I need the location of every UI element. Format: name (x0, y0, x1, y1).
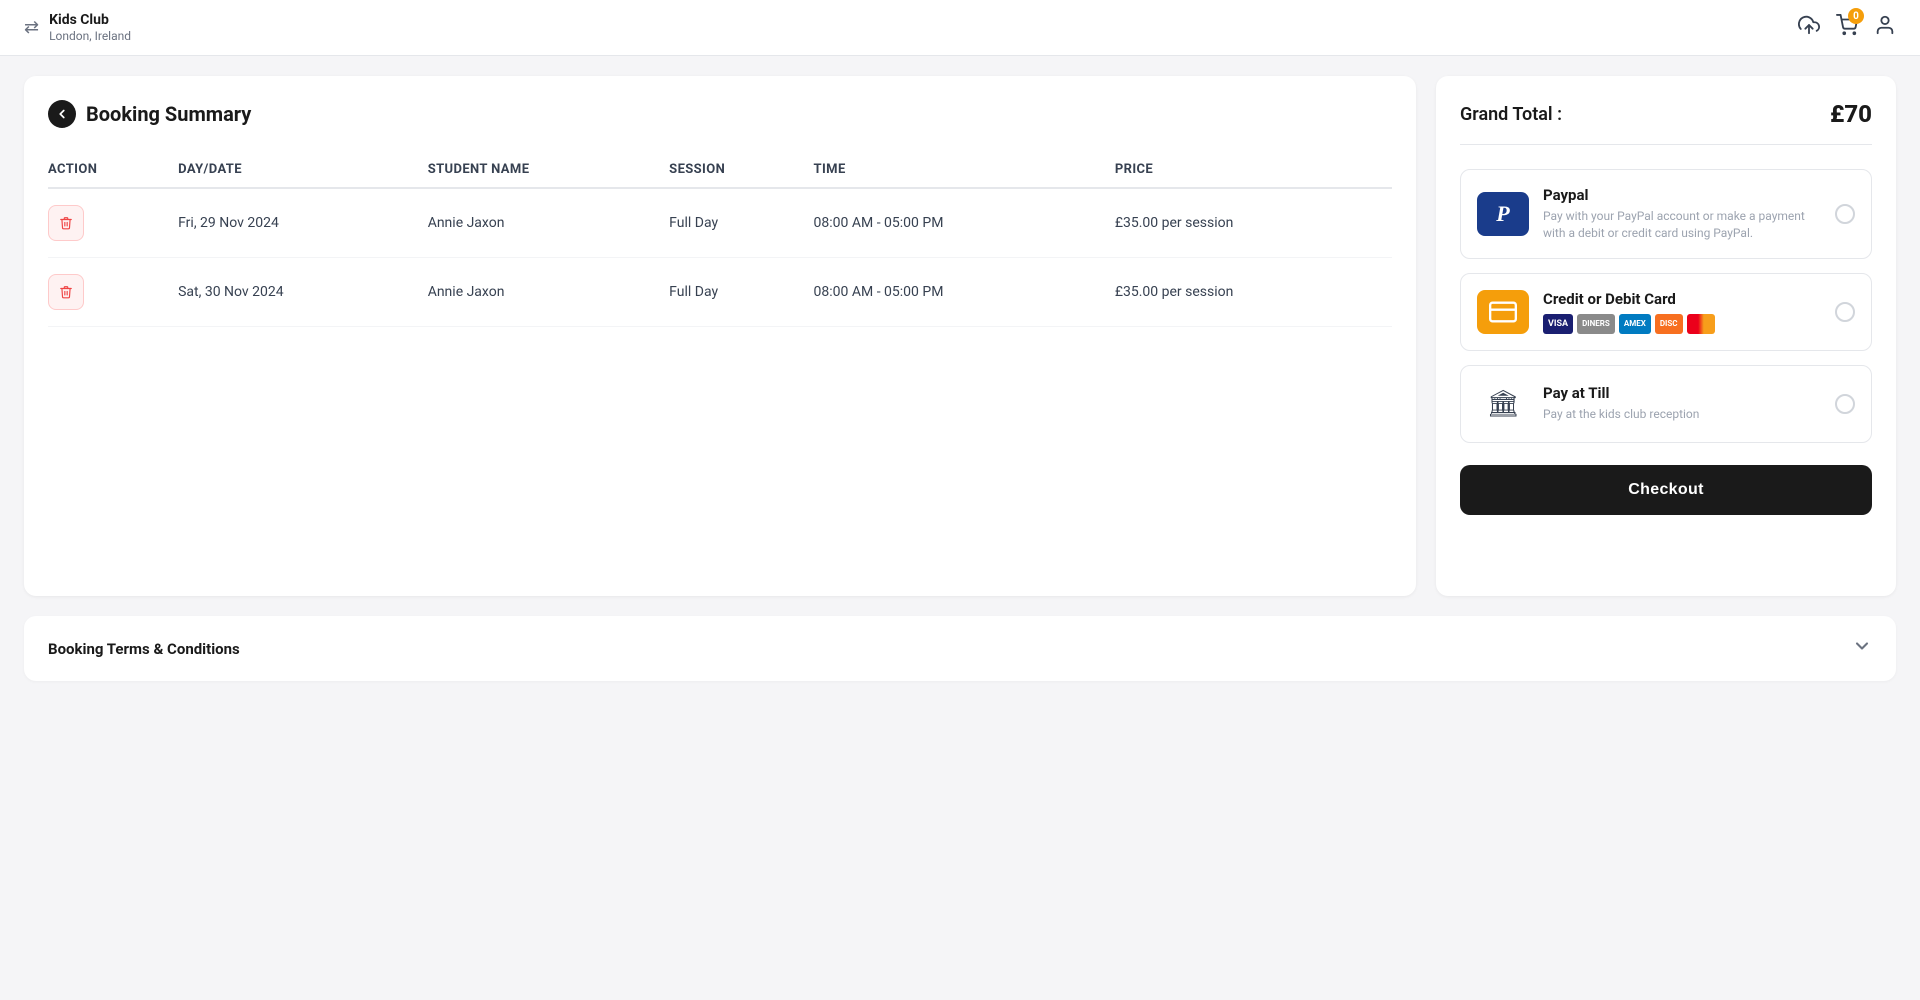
session-cell: Full Day (669, 188, 813, 258)
till-title: Pay at Till (1543, 384, 1821, 402)
date-cell: Fri, 29 Nov 2024 (178, 188, 428, 258)
payment-panel: Grand Total : £70 P Paypal Pay with your… (1436, 76, 1896, 596)
col-session: SESSION (669, 152, 813, 188)
student-cell: Annie Jaxon (428, 258, 669, 327)
time-cell: 08:00 AM - 05:00 PM (814, 188, 1115, 258)
card-option[interactable]: Credit or Debit Card VISA DINERS AMEX DI… (1460, 273, 1872, 351)
col-time: TIME (814, 152, 1115, 188)
col-price: PRICE (1115, 152, 1392, 188)
booking-back-button[interactable] (48, 100, 76, 128)
booking-title: Booking Summary (48, 100, 1392, 128)
booking-table: ACTION DAY/DATE STUDENT NAME SESSION TIM… (48, 152, 1392, 327)
terms-section[interactable]: Booking Terms & Conditions (24, 616, 1896, 681)
diners-badge: DINERS (1577, 314, 1615, 334)
amex-badge: AMEX (1619, 314, 1651, 334)
card-title: Credit or Debit Card (1543, 290, 1821, 308)
brand-location: London, Ireland (49, 29, 131, 43)
col-student: STUDENT NAME (428, 152, 669, 188)
till-option[interactable]: 🏛 Pay at Till Pay at the kids club recep… (1460, 365, 1872, 443)
action-cell (48, 188, 178, 258)
table-header-row: ACTION DAY/DATE STUDENT NAME SESSION TIM… (48, 152, 1392, 188)
checkout-button[interactable]: Checkout (1460, 465, 1872, 515)
till-radio[interactable] (1835, 394, 1855, 414)
visa-badge: VISA (1543, 314, 1573, 334)
grand-total-row: Grand Total : £70 (1460, 100, 1872, 145)
table-row: Sat, 30 Nov 2024 Annie Jaxon Full Day 08… (48, 258, 1392, 327)
user-icon[interactable] (1874, 14, 1896, 41)
upload-icon[interactable] (1798, 14, 1820, 41)
paypal-radio[interactable] (1835, 204, 1855, 224)
paypal-desc: Pay with your PayPal account or make a p… (1543, 208, 1821, 242)
header-right: 0 (1798, 14, 1896, 41)
till-desc: Pay at the kids club reception (1543, 406, 1821, 423)
paypal-icon: P (1477, 192, 1529, 236)
delete-button-1[interactable] (48, 274, 84, 310)
terms-title: Booking Terms & Conditions (48, 640, 240, 658)
booking-panel: Booking Summary ACTION DAY/DATE STUDENT … (24, 76, 1416, 596)
grand-total-amount: £70 (1830, 100, 1872, 128)
till-content: Pay at Till Pay at the kids club recepti… (1543, 384, 1821, 423)
session-cell: Full Day (669, 258, 813, 327)
back-icon[interactable]: ⇄ (24, 17, 39, 38)
mastercard-badge (1687, 314, 1715, 334)
card-icons: VISA DINERS AMEX DISC (1543, 314, 1821, 334)
time-cell: 08:00 AM - 05:00 PM (814, 258, 1115, 327)
header-left: ⇄ Kids Club London, Ireland (24, 12, 131, 43)
price-cell: £35.00 per session (1115, 258, 1392, 327)
action-cell (48, 258, 178, 327)
table-row: Fri, 29 Nov 2024 Annie Jaxon Full Day 08… (48, 188, 1392, 258)
terms-chevron-icon (1852, 636, 1872, 661)
date-cell: Sat, 30 Nov 2024 (178, 258, 428, 327)
till-icon: 🏛 (1477, 382, 1529, 426)
delete-button-0[interactable] (48, 205, 84, 241)
paypal-option[interactable]: P Paypal Pay with your PayPal account or… (1460, 169, 1872, 259)
card-icon (1477, 290, 1529, 334)
brand-info: Kids Club London, Ireland (49, 12, 131, 43)
student-cell: Annie Jaxon (428, 188, 669, 258)
col-action: ACTION (48, 152, 178, 188)
discover-badge: DISC (1655, 314, 1683, 334)
booking-summary-heading: Booking Summary (86, 102, 251, 126)
col-date: DAY/DATE (178, 152, 428, 188)
cart-icon[interactable]: 0 (1836, 14, 1858, 41)
paypal-content: Paypal Pay with your PayPal account or m… (1543, 186, 1821, 242)
header: ⇄ Kids Club London, Ireland 0 (0, 0, 1920, 56)
card-content: Credit or Debit Card VISA DINERS AMEX DI… (1543, 290, 1821, 334)
paypal-title: Paypal (1543, 186, 1821, 204)
grand-total-label: Grand Total : (1460, 104, 1562, 125)
card-radio[interactable] (1835, 302, 1855, 322)
main-content: Booking Summary ACTION DAY/DATE STUDENT … (0, 56, 1920, 616)
price-cell: £35.00 per session (1115, 188, 1392, 258)
brand-name: Kids Club (49, 12, 131, 29)
cart-badge: 0 (1848, 8, 1864, 24)
